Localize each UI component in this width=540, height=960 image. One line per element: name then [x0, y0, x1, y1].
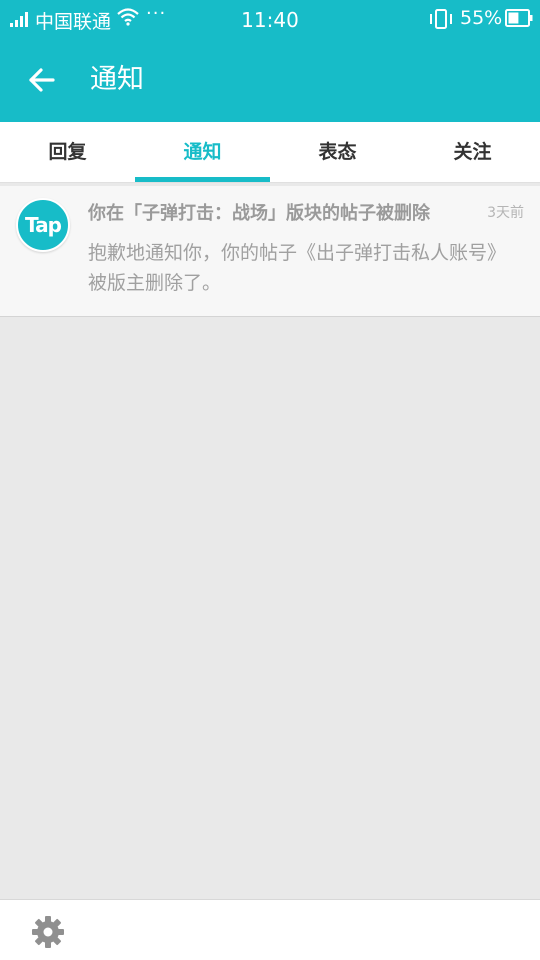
- battery-percent: 55%: [460, 7, 503, 29]
- status-bar: 中国联通 ··· 11:40 55%: [0, 0, 540, 38]
- app-bar: 通知: [0, 38, 540, 122]
- status-time: 11:40: [241, 8, 299, 32]
- gear-icon: [32, 916, 64, 948]
- tab-reactions[interactable]: 表态: [270, 122, 405, 182]
- tab-replies[interactable]: 回复: [0, 122, 135, 182]
- notification-item[interactable]: Tap 你在「子弹打击：战场」版块的帖子被删除 3天前 抱歉地通知你，你的帖子《…: [0, 186, 540, 317]
- notification-time: 3天前: [487, 205, 524, 221]
- taptap-avatar: Tap: [16, 198, 70, 252]
- vibrate-icon: [430, 9, 452, 29]
- battery-icon: [505, 9, 533, 27]
- back-button[interactable]: [22, 60, 62, 100]
- notification-body: 抱歉地通知你，你的帖子《出子弹打击私人账号》被版主删除了。: [88, 242, 507, 294]
- tab-follows[interactable]: 关注: [405, 122, 540, 182]
- screen: 中国联通 ··· 11:40 55% 通知 回复 通知 表态 关注 Tap 你在…: [0, 0, 540, 960]
- notification-title: 你在「子弹打击：战场」版块的帖子被删除: [88, 203, 430, 224]
- page-title: 通知: [90, 64, 144, 95]
- back-arrow-icon: [29, 68, 55, 92]
- settings-button[interactable]: [30, 914, 66, 950]
- tab-notifications[interactable]: 通知: [135, 122, 270, 182]
- bottom-bar: [0, 899, 540, 960]
- tab-bar: 回复 通知 表态 关注: [0, 122, 540, 183]
